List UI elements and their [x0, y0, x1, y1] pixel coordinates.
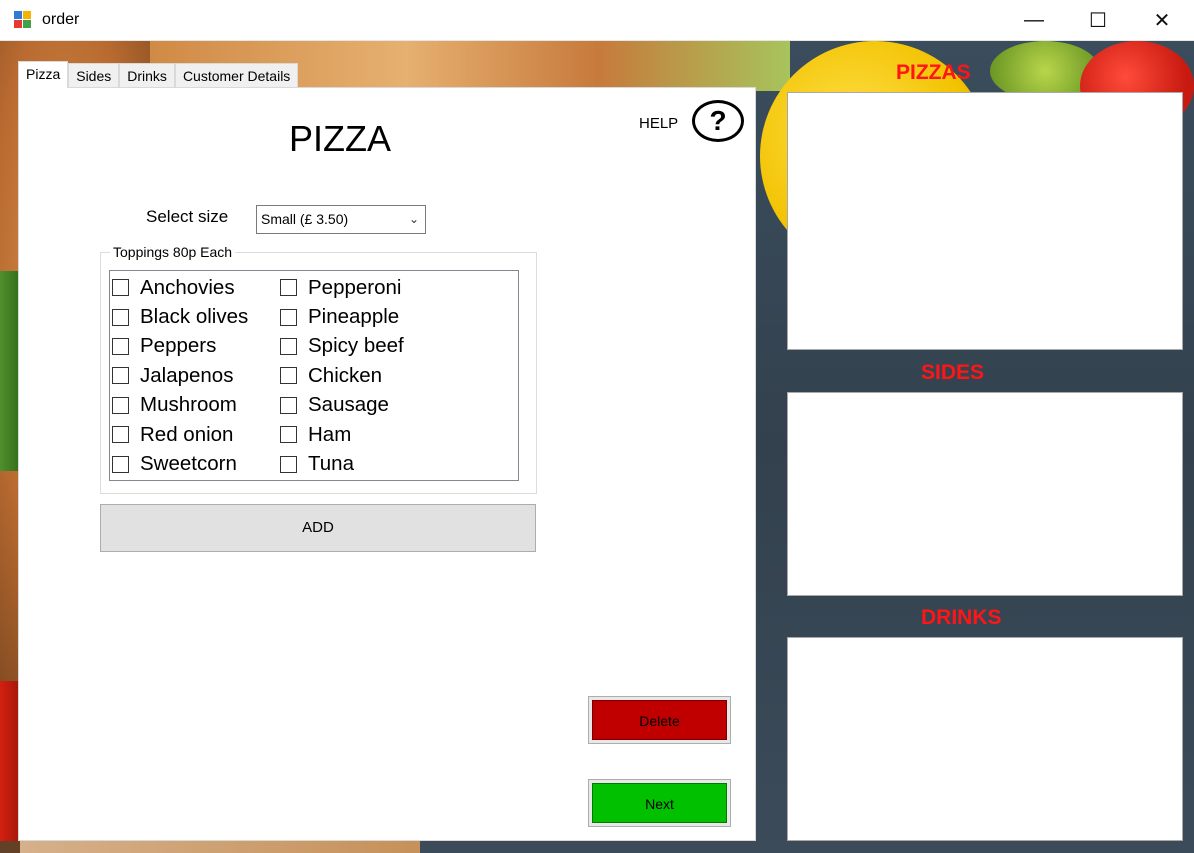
topping-item[interactable]: Tuna [280, 449, 404, 478]
checkbox[interactable] [112, 367, 129, 385]
pizza-tab-page: PIZZA HELP ? Select size Small (£ 3.50) … [18, 87, 756, 841]
size-selected-value: Small (£ 3.50) [261, 211, 349, 227]
topping-label: Jalapenos [140, 363, 234, 387]
delete-button[interactable]: Delete [588, 696, 731, 744]
topping-label: Pepperoni [308, 275, 402, 299]
window-title: order [42, 11, 80, 28]
topping-item[interactable]: Pepperoni [280, 273, 404, 302]
topping-label: Anchovies [140, 275, 235, 299]
checkbox[interactable] [112, 279, 129, 297]
checkbox[interactable] [112, 426, 129, 444]
checkbox[interactable] [280, 337, 297, 355]
minimize-icon: — [1024, 8, 1044, 31]
topping-label: Peppers [140, 334, 217, 358]
checkbox[interactable] [280, 396, 297, 414]
toppings-checklist[interactable]: Anchovies Black olives Peppers Jalapenos… [109, 270, 519, 481]
next-button[interactable]: Next [588, 779, 731, 827]
topping-item[interactable]: Sausage [280, 391, 404, 420]
maximize-icon: ☐ [1089, 9, 1107, 32]
topping-label: Black olives [140, 305, 249, 329]
topping-item[interactable]: Sweetcorn [112, 449, 248, 478]
checkbox[interactable] [280, 279, 297, 297]
toppings-group: Toppings 80p Each Anchovies Black olives… [100, 244, 537, 494]
topping-label: Tuna [308, 452, 354, 476]
toppings-legend: Toppings 80p Each [110, 244, 236, 260]
checkbox[interactable] [112, 455, 129, 473]
size-label: Select size [146, 207, 229, 226]
checkbox[interactable] [280, 308, 297, 326]
checkbox[interactable] [112, 396, 129, 414]
topping-item[interactable]: Spicy beef [280, 332, 404, 361]
help-label: HELP [639, 115, 679, 132]
add-button[interactable]: ADD [100, 504, 536, 552]
topping-label: Pineapple [308, 305, 400, 329]
drinks-list[interactable] [787, 637, 1183, 841]
topping-label: Chicken [308, 363, 383, 387]
minimize-button[interactable]: — [1002, 0, 1066, 40]
topping-item[interactable]: Pineapple [280, 302, 404, 331]
checkbox[interactable] [280, 367, 297, 385]
topping-item[interactable]: Anchovies [112, 273, 248, 302]
tab-pizza[interactable]: Pizza [18, 61, 69, 88]
help-icon[interactable]: ? [692, 100, 744, 142]
size-dropdown[interactable]: Small (£ 3.50) ⌄ [256, 205, 426, 234]
tab-drinks[interactable]: Drinks [119, 63, 175, 88]
pizzas-heading: PIZZAS [896, 61, 971, 84]
topping-item[interactable]: Black olives [112, 302, 248, 331]
topping-item[interactable]: Peppers [112, 332, 248, 361]
topping-item[interactable]: Ham [280, 420, 404, 449]
topping-label: Sweetcorn [140, 452, 237, 476]
app-form-icon[interactable] [14, 11, 32, 29]
topping-label: Red onion [140, 422, 234, 446]
topping-label: Mushroom [140, 393, 237, 417]
next-button-label: Next [592, 783, 727, 823]
topping-label: Sausage [308, 393, 389, 417]
tab-sides[interactable]: Sides [68, 63, 120, 88]
toppings-column-right: Pepperoni Pineapple Spicy beef Chicken S… [280, 273, 404, 479]
chevron-down-icon: ⌄ [408, 212, 419, 226]
page-title: PIZZA [289, 118, 392, 159]
maximize-button[interactable]: ☐ [1066, 0, 1130, 40]
topping-label: Spicy beef [308, 334, 404, 358]
topping-item[interactable]: Red onion [112, 420, 248, 449]
topping-item[interactable]: Jalapenos [112, 361, 248, 390]
drinks-heading: DRINKS [921, 606, 1002, 629]
title-bar: order — ☐ ✕ [0, 0, 1194, 41]
checkbox[interactable] [112, 308, 129, 326]
sides-list[interactable] [787, 392, 1183, 596]
close-icon: ✕ [1153, 9, 1171, 32]
checkbox[interactable] [280, 455, 297, 473]
checkbox[interactable] [280, 426, 297, 444]
checkbox[interactable] [112, 337, 129, 355]
tab-strip: Pizza Sides Drinks Customer Details [18, 61, 299, 88]
topping-label: Ham [308, 422, 352, 446]
toppings-column-left: Anchovies Black olives Peppers Jalapenos… [112, 273, 248, 479]
delete-button-label: Delete [592, 700, 727, 740]
sides-heading: SIDES [921, 361, 985, 384]
topping-item[interactable]: Mushroom [112, 391, 248, 420]
topping-item[interactable]: Chicken [280, 361, 404, 390]
tab-customer-details[interactable]: Customer Details [174, 63, 299, 88]
pizzas-list[interactable] [787, 92, 1183, 350]
close-button[interactable]: ✕ [1130, 0, 1194, 40]
